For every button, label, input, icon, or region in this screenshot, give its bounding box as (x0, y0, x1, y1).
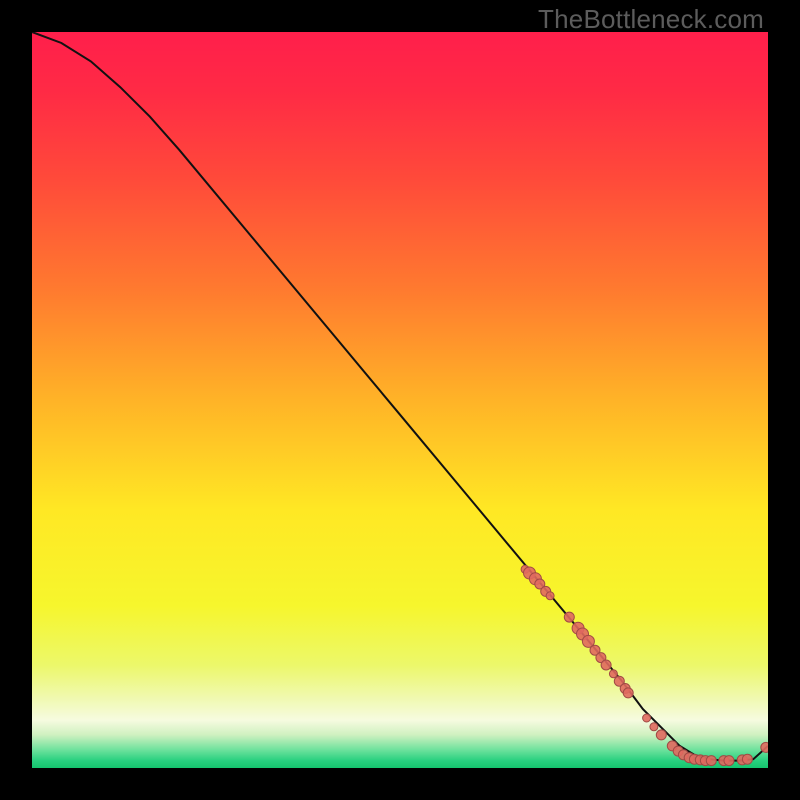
curve-layer (32, 32, 768, 768)
data-marker (623, 688, 633, 698)
data-marker (656, 730, 666, 740)
bottleneck-curve (32, 32, 768, 761)
chart-stage: TheBottleneck.com (0, 0, 800, 800)
data-marker (742, 754, 752, 764)
data-marker (706, 756, 716, 766)
data-marker (724, 756, 734, 766)
data-marker (761, 742, 768, 752)
data-marker (650, 723, 658, 731)
plot-area (32, 32, 768, 768)
data-marker (564, 612, 574, 622)
data-marker (546, 592, 554, 600)
data-marker (643, 714, 651, 722)
watermark-text: TheBottleneck.com (538, 4, 764, 35)
data-marker (609, 670, 617, 678)
data-marker (601, 660, 611, 670)
data-markers (521, 565, 768, 765)
